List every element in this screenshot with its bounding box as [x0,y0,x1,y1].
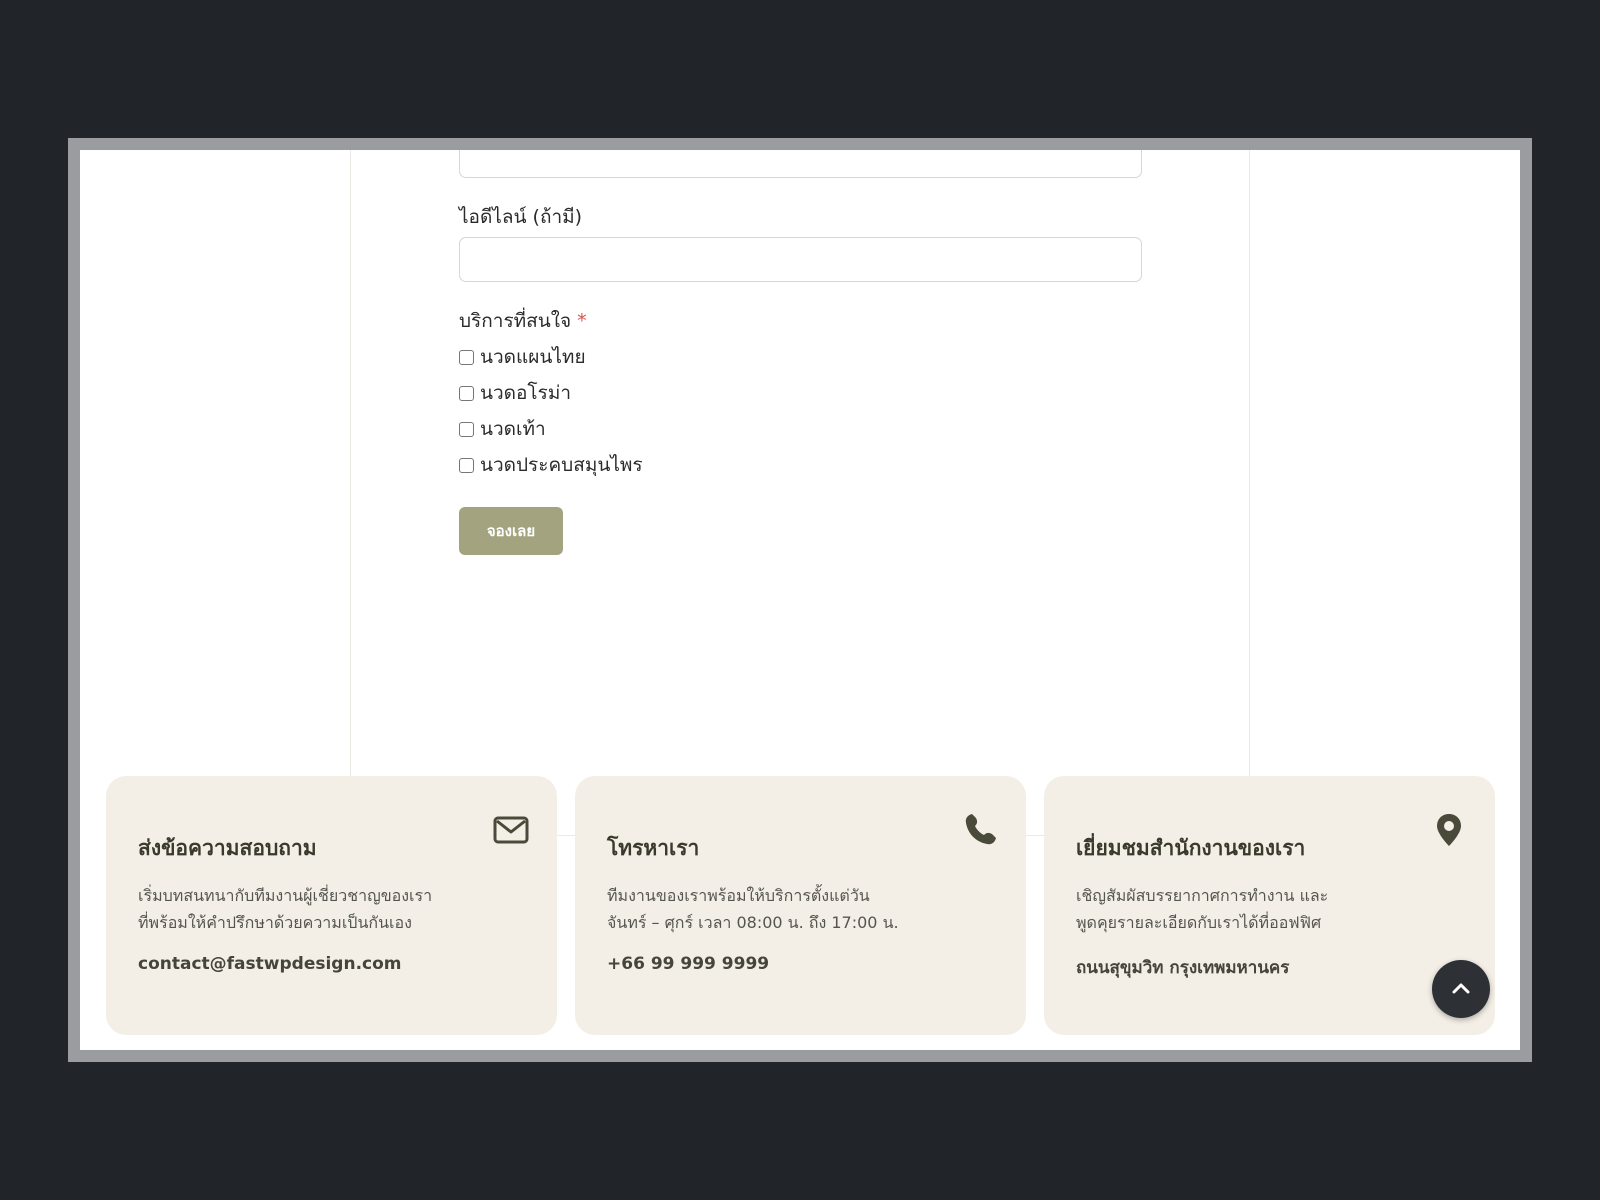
checkbox[interactable] [459,457,474,473]
map-pin-icon [1437,814,1461,846]
service-option-herbal-compress[interactable]: นวดประคบสมุนไพร [459,453,643,477]
book-now-button[interactable]: จองเลย [459,507,563,555]
line-id-input[interactable] [459,237,1142,282]
checkbox[interactable] [459,385,474,401]
info-card-phone: โทรหาเรา ทีมงานของเราพร้อมให้บริการตั้งแ… [575,776,1026,1035]
description-line: ทีมงานของเราพร้อมให้บริการตั้งแต่วัน [607,886,870,905]
contact-email-link[interactable]: contact@fastwpdesign.com [138,954,402,974]
service-option-label: นวดอโรม่า [480,382,572,404]
line-id-label: ไอดีไลน์ (ถ้ามี) [459,206,583,228]
previous-form-field[interactable] [459,150,1142,178]
services-label: บริการที่สนใจ * [459,306,587,336]
service-option-label: นวดประคบสมุนไพร [480,454,643,476]
page-viewport: ไอดีไลน์ (ถ้ามี) บริการที่สนใจ * นวดแผนไท… [80,150,1520,1050]
info-card-title: ส่งข้อความสอบถาม [138,836,317,860]
contact-phone-link[interactable]: +66 99 999 9999 [607,954,769,974]
checkbox[interactable] [459,349,474,365]
phone-icon [965,814,996,845]
service-option-thai-massage[interactable]: นวดแผนไทย [459,345,586,369]
info-card-description: ทีมงานของเราพร้อมให้บริการตั้งแต่วัน จัน… [607,882,987,936]
envelope-icon [493,816,529,844]
scroll-to-top-button[interactable] [1432,960,1490,1018]
info-card-office: เยี่ยมชมสำนักงานของเรา เชิญสัมผัสบรรยากา… [1044,776,1495,1035]
description-line: เชิญสัมผัสบรรยากาศการทำงาน และ [1076,886,1329,905]
service-option-label: นวดเท้า [480,418,546,440]
description-line: ที่พร้อมให้คำปรึกษาด้วยความเป็นกันเอง [138,913,412,932]
info-card-description: เริ่มบทสนทนากับทีมงานผู้เชี่ยวชาญของเรา … [138,882,518,936]
services-label-text: บริการที่สนใจ [459,310,572,332]
info-card-message: ส่งข้อความสอบถาม เริ่มบทสนทนากับทีมงานผู… [106,776,557,1035]
required-mark: * [577,310,587,332]
info-card-description: เชิญสัมผัสบรรยากาศการทำงาน และ พูดคุยราย… [1076,882,1456,936]
info-card-title: เยี่ยมชมสำนักงานของเรา [1076,836,1306,860]
description-line: เริ่มบทสนทนากับทีมงานผู้เชี่ยวชาญของเรา [138,886,433,905]
checkbox[interactable] [459,421,474,437]
description-line: จันทร์ – ศุกร์ เวลา 08:00 น. ถึง 17:00 น… [607,913,899,932]
service-option-label: นวดแผนไทย [480,346,586,368]
description-line: พูดคุยรายละเอียดกับเราได้ที่ออฟฟิศ [1076,913,1322,932]
service-option-aroma-massage[interactable]: นวดอโรม่า [459,381,571,405]
service-option-foot-massage[interactable]: นวดเท้า [459,417,546,441]
contact-address: ถนนสุขุมวิท กรุงเทพมหานคร [1076,958,1290,978]
info-card-title: โทรหาเรา [607,836,700,860]
chevron-up-icon [1452,983,1470,994]
